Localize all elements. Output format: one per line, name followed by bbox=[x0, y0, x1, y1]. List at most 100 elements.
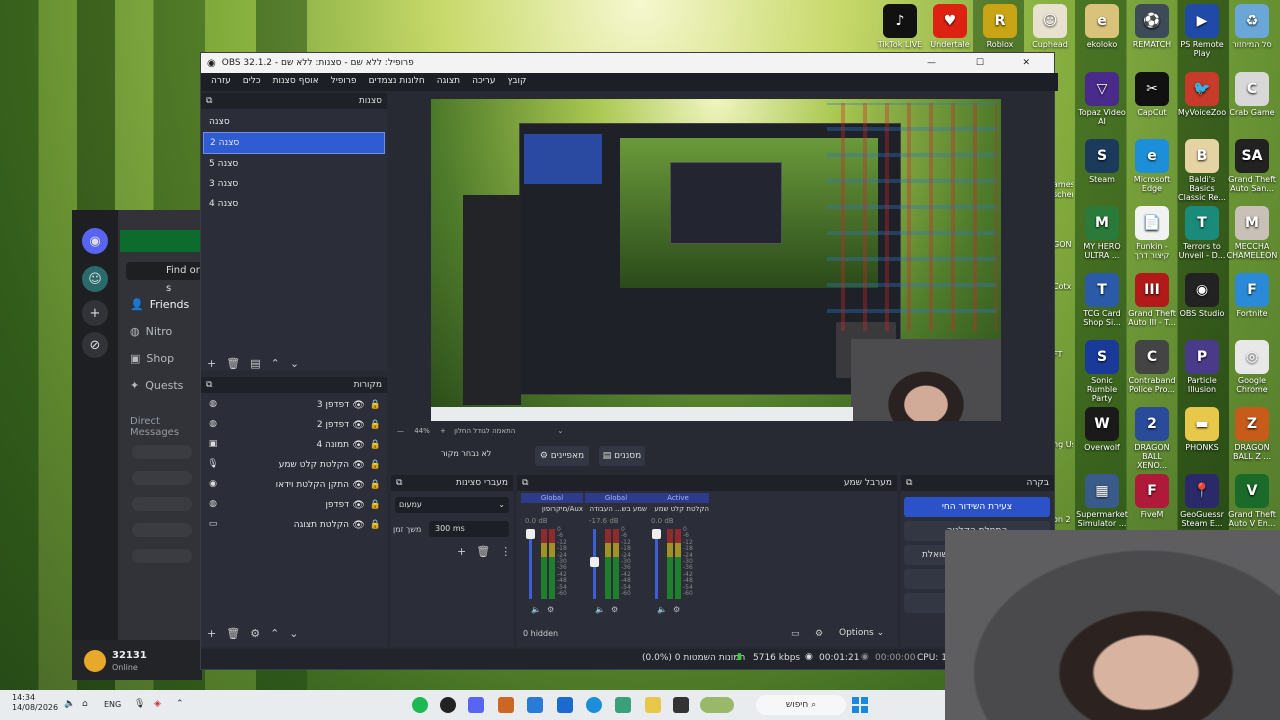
fit-to-window-label[interactable]: התאמה לגודל החלון bbox=[454, 427, 515, 435]
avatar[interactable] bbox=[84, 650, 106, 672]
scene-item[interactable]: סצנה 2 bbox=[203, 132, 385, 154]
server-avatar-icon[interactable]: ☺ bbox=[82, 266, 108, 292]
desktop-icon[interactable]: Z DRAGON BALL Z ... bbox=[1226, 407, 1278, 461]
remove-scene-icon[interactable]: 🗑 bbox=[226, 357, 240, 370]
source-settings-icon[interactable]: ⚙ bbox=[250, 627, 260, 640]
transition-select[interactable]: עמעום ⌄ bbox=[395, 497, 509, 513]
menu-item[interactable]: עזרה bbox=[205, 73, 237, 91]
add-scene-icon[interactable]: + bbox=[207, 357, 216, 370]
desktop-icon[interactable]: 🐦 MyVoiceZoo bbox=[1176, 72, 1228, 117]
menu-item[interactable]: תצוגה bbox=[431, 73, 466, 91]
security-icon[interactable]: ◈ bbox=[154, 699, 161, 709]
photos-taskbar-icon[interactable] bbox=[615, 697, 631, 713]
volume-fader[interactable] bbox=[655, 529, 658, 599]
scene-item[interactable]: סצנה 3 bbox=[203, 174, 385, 194]
more-options-icon[interactable]: ⋮ bbox=[500, 545, 511, 558]
undock-icon[interactable]: ⧉ bbox=[522, 478, 528, 488]
terminal-taskbar-icon[interactable] bbox=[673, 697, 689, 713]
desktop-icon[interactable]: M MY HERO ULTRA ... bbox=[1076, 206, 1128, 260]
mute-icon[interactable]: 🔈 bbox=[531, 605, 541, 614]
move-down-icon[interactable]: ⌄ bbox=[289, 627, 298, 640]
menu-item[interactable]: אוסף סצנות bbox=[267, 73, 325, 91]
desktop-icon[interactable]: ▬ PHONKS bbox=[1176, 407, 1228, 452]
obs-taskbar-icon[interactable] bbox=[440, 697, 456, 713]
mute-icon[interactable]: 🔈 bbox=[595, 605, 605, 614]
move-down-icon[interactable]: ⌄ bbox=[290, 357, 299, 370]
spotify-icon[interactable] bbox=[412, 697, 428, 713]
source-item[interactable]: ◍ דפדפן 3 👁 🔒 bbox=[201, 395, 387, 415]
desktop-icon[interactable]: 2 DRAGON BALL XENO... bbox=[1126, 407, 1178, 470]
language-indicator[interactable]: ENG bbox=[104, 700, 121, 709]
desktop-icon[interactable]: R Roblox bbox=[974, 4, 1026, 49]
desktop-icon[interactable]: ▦ Supermarket Simulator ... bbox=[1076, 474, 1128, 528]
desktop-icon[interactable]: e Microsoft Edge bbox=[1126, 139, 1178, 193]
edge-taskbar-icon[interactable] bbox=[586, 697, 602, 713]
undock-icon[interactable]: ⧉ bbox=[396, 478, 402, 488]
zoom-out-icon[interactable]: — bbox=[397, 427, 404, 435]
desktop-icon[interactable]: SA Grand Theft Auto San... bbox=[1226, 139, 1278, 193]
lock-icon[interactable]: 🔒 bbox=[370, 520, 381, 530]
desktop-icon[interactable]: F Fortnite bbox=[1226, 273, 1278, 318]
mic-icon[interactable]: 🎙 bbox=[134, 699, 145, 709]
channel-name[interactable]: Aux/מיקרופון bbox=[521, 505, 583, 513]
desktop-icon[interactable]: F FiveM bbox=[1126, 474, 1178, 519]
desktop-icon[interactable]: ◉ OBS Studio bbox=[1176, 273, 1228, 318]
add-transition-icon[interactable]: + bbox=[457, 545, 466, 558]
eye-icon[interactable]: 👁 bbox=[352, 500, 365, 511]
eye-icon[interactable]: 👁 bbox=[352, 420, 365, 431]
discord-home-icon[interactable]: ◉ bbox=[82, 228, 108, 254]
mixer-layout-icon[interactable]: ▭ bbox=[791, 629, 800, 639]
chevron-down-icon[interactable]: ⌄ bbox=[558, 427, 564, 435]
lock-icon[interactable]: 🔒 bbox=[370, 440, 381, 450]
discord-nav-shop[interactable]: ▣ Shop bbox=[130, 352, 174, 365]
lock-icon[interactable]: 🔒 bbox=[370, 500, 381, 510]
undock-icon[interactable]: ⧉ bbox=[206, 96, 212, 106]
start-streaming-button[interactable]: צעירת השידור החי bbox=[904, 497, 1050, 517]
desktop-icon[interactable]: T Terrors to Unveil - D... bbox=[1176, 206, 1228, 260]
menu-item[interactable]: כלים bbox=[237, 73, 267, 91]
desktop-icon[interactable]: T TCG Card Shop Si... bbox=[1076, 273, 1128, 327]
scene-item[interactable]: סצנה 4 bbox=[203, 194, 385, 214]
discord-taskbar-icon[interactable] bbox=[468, 697, 484, 713]
channel-name[interactable]: שמע בש... העבודה bbox=[585, 505, 647, 513]
desktop-icon[interactable]: S Sonic Rumble Party bbox=[1076, 340, 1128, 403]
desktop-icon[interactable]: ☺ Cuphead bbox=[1024, 4, 1076, 49]
desktop-icon[interactable]: P Particle Illusion bbox=[1176, 340, 1228, 394]
desktop-icon[interactable]: ▽ Topaz Video AI bbox=[1076, 72, 1128, 126]
lock-icon[interactable]: 🔒 bbox=[370, 400, 381, 410]
source-item[interactable]: ▭ הקלטת תצוגה 👁 🔒 bbox=[201, 515, 387, 535]
discord-search-input[interactable]: Find or s bbox=[126, 262, 202, 294]
taskbar-app-icon[interactable] bbox=[557, 697, 573, 713]
discord-nav-friends[interactable]: 👤 Friends bbox=[130, 298, 189, 311]
menu-item[interactable]: קובץ bbox=[501, 73, 532, 91]
eye-icon[interactable]: 👁 bbox=[352, 520, 365, 531]
fader-handle[interactable] bbox=[526, 529, 535, 539]
desktop-icon[interactable]: ♻ סל המיחזור bbox=[1226, 4, 1278, 49]
desktop-icon[interactable]: e ekoloko bbox=[1076, 4, 1128, 49]
channel-name[interactable]: הקלטת קלט שמע bbox=[647, 505, 709, 513]
source-item[interactable]: ▣ תמונה 4 👁 🔒 bbox=[201, 435, 387, 455]
filters-button[interactable]: ▤ מסננים bbox=[599, 446, 645, 466]
add-source-icon[interactable]: + bbox=[207, 627, 216, 640]
undock-icon[interactable]: ⧉ bbox=[206, 380, 212, 390]
lock-icon[interactable]: 🔒 bbox=[370, 460, 381, 470]
mute-icon[interactable]: 🔈 bbox=[657, 605, 667, 614]
channel-settings-icon[interactable]: ⚙ bbox=[673, 605, 680, 614]
network-icon[interactable]: ⌂ bbox=[82, 699, 88, 709]
properties-button[interactable]: ⚙ מאפיינים bbox=[535, 446, 589, 466]
volume-fader[interactable] bbox=[529, 529, 532, 599]
maximize-icon[interactable]: ☐ bbox=[976, 58, 984, 68]
source-item[interactable]: ◉ התקן הקלטת וידאו 👁 🔒 bbox=[201, 475, 387, 495]
desktop-icon[interactable]: ▶ PS Remote Play bbox=[1176, 4, 1228, 58]
duration-input[interactable]: 300 ms bbox=[429, 521, 509, 537]
desktop-icon[interactable]: ⚽ REMATCH bbox=[1126, 4, 1178, 49]
desktop-icon[interactable]: ♥ Undertale bbox=[924, 4, 976, 49]
explorer-taskbar-icon[interactable] bbox=[645, 697, 661, 713]
remove-transition-icon[interactable]: 🗑 bbox=[476, 545, 490, 558]
move-up-icon[interactable]: ⌃ bbox=[271, 357, 280, 370]
channel-settings-icon[interactable]: ⚙ bbox=[611, 605, 618, 614]
desktop-icon[interactable]: ◎ Google Chrome bbox=[1226, 340, 1278, 394]
scene-filters-icon[interactable]: ▤ bbox=[250, 357, 260, 370]
remove-source-icon[interactable]: 🗑 bbox=[226, 627, 240, 640]
source-item[interactable]: 🎙 הקלטת קלט שמע 👁 🔒 bbox=[201, 455, 387, 475]
